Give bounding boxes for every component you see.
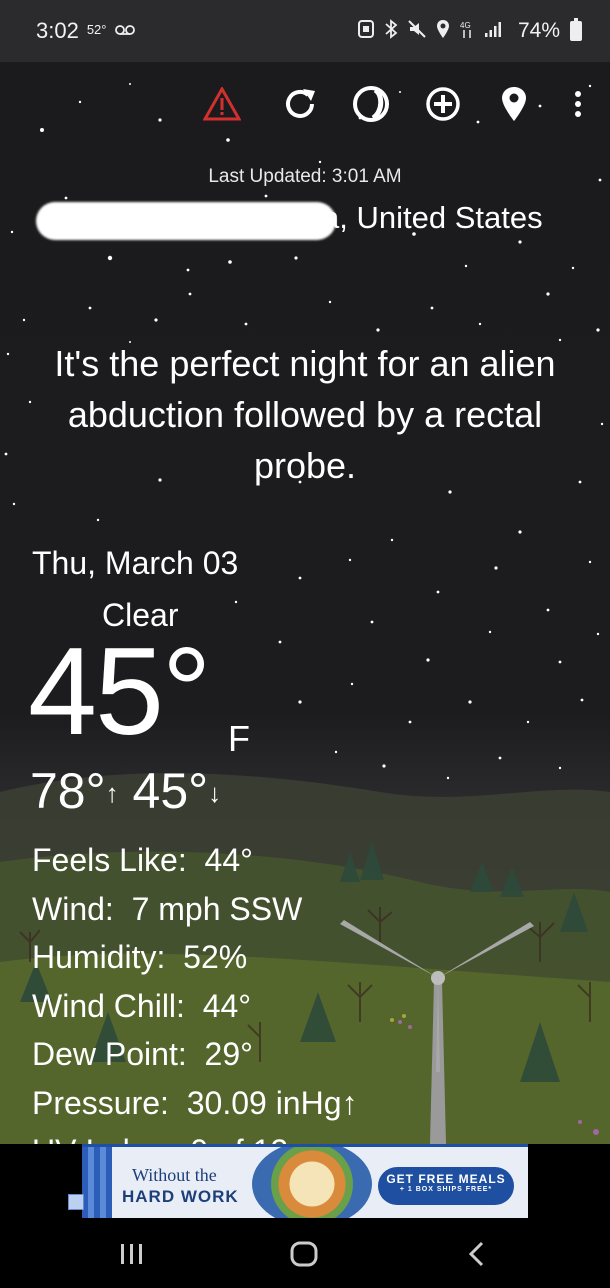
battery-icon	[570, 18, 582, 41]
temperature-unit[interactable]: F	[228, 718, 250, 760]
detail-wind-chill: Wind Chill: 44°	[32, 987, 252, 1024]
svg-text:4G: 4G	[460, 21, 471, 30]
status-temperature: 52°	[86, 21, 107, 37]
ad-logo	[82, 1147, 112, 1218]
ad-line2: HARD WORK	[122, 1187, 239, 1206]
bluetooth-icon	[384, 18, 398, 44]
up-arrow-icon: ↑	[105, 778, 119, 808]
battery-percent: 74%	[517, 19, 560, 42]
recent-apps-icon	[121, 1244, 142, 1264]
low-temp: 45°	[132, 763, 209, 819]
ad-choices-icon[interactable]	[68, 1194, 84, 1210]
detail-feels-like: Feels Like: 44°	[32, 842, 253, 878]
detail-pressure: Pressure: 30.09 inHg↑	[32, 1084, 358, 1121]
voicemail-icon	[114, 23, 135, 40]
more-options-button[interactable]	[556, 82, 600, 126]
refresh-icon	[286, 89, 315, 118]
high-low: 78°↑ 45°↓	[30, 762, 221, 820]
alert-button[interactable]	[200, 82, 244, 126]
location-pin-button[interactable]	[492, 82, 536, 126]
status-bar: 3:02 52° 4G 74%	[0, 0, 610, 62]
home-icon	[290, 1241, 318, 1267]
location-icon	[436, 19, 450, 44]
ad-area: Without the HARD WORK GET FREE MEALS + 1…	[0, 1144, 610, 1218]
detail-uv-index: UV Index: 0 of 12	[32, 1127, 358, 1144]
redacted-city	[36, 202, 336, 240]
nfc-icon	[357, 19, 374, 43]
add-location-icon	[426, 87, 460, 121]
more-vert-icon	[575, 91, 581, 117]
ad-cta-button[interactable]: GET FREE MEALS + 1 BOX SHIPS FREE*	[378, 1167, 514, 1205]
alert-icon	[203, 87, 241, 121]
current-temperature[interactable]: 45°	[28, 630, 212, 754]
status-time: 3:02	[36, 18, 79, 43]
down-arrow-icon: ↓	[208, 778, 222, 808]
system-nav-bar	[0, 1218, 610, 1288]
refresh-button[interactable]	[278, 82, 322, 126]
forecast-date: Thu, March 03	[32, 545, 239, 581]
back-icon	[468, 1241, 484, 1267]
weather-phrase: It's the perfect night for an alien abdu…	[54, 343, 556, 486]
back-button[interactable]	[456, 1236, 496, 1272]
detail-wind: Wind: 7 mph SSW	[32, 890, 303, 927]
data-icon: 4G	[460, 19, 474, 44]
ad-line1: Without the	[132, 1165, 217, 1185]
location-pin-icon	[502, 87, 526, 121]
weather-app: Last Updated: 3:01 AM a, United States I…	[0, 62, 610, 1144]
mute-icon	[408, 19, 426, 43]
detail-humidity: Humidity: 52%	[32, 939, 248, 975]
signal-icon	[484, 20, 504, 43]
weather-details: Feels Like: 44° Wind: 7 mph SSW Humidity…	[32, 836, 358, 1144]
radar-button[interactable]	[349, 82, 393, 126]
ad-food-image	[252, 1147, 372, 1218]
location-text: a, United States	[322, 200, 543, 235]
radar-icon	[353, 86, 389, 122]
high-temp: 78°	[30, 763, 106, 819]
ad-banner[interactable]: Without the HARD WORK GET FREE MEALS + 1…	[82, 1144, 528, 1218]
detail-dew-point: Dew Point: 29°	[32, 1036, 253, 1072]
last-updated-text: Last Updated: 3:01 AM	[208, 166, 402, 187]
home-button[interactable]	[284, 1236, 324, 1272]
add-location-button[interactable]	[421, 82, 465, 126]
recent-apps-button[interactable]	[112, 1236, 152, 1272]
